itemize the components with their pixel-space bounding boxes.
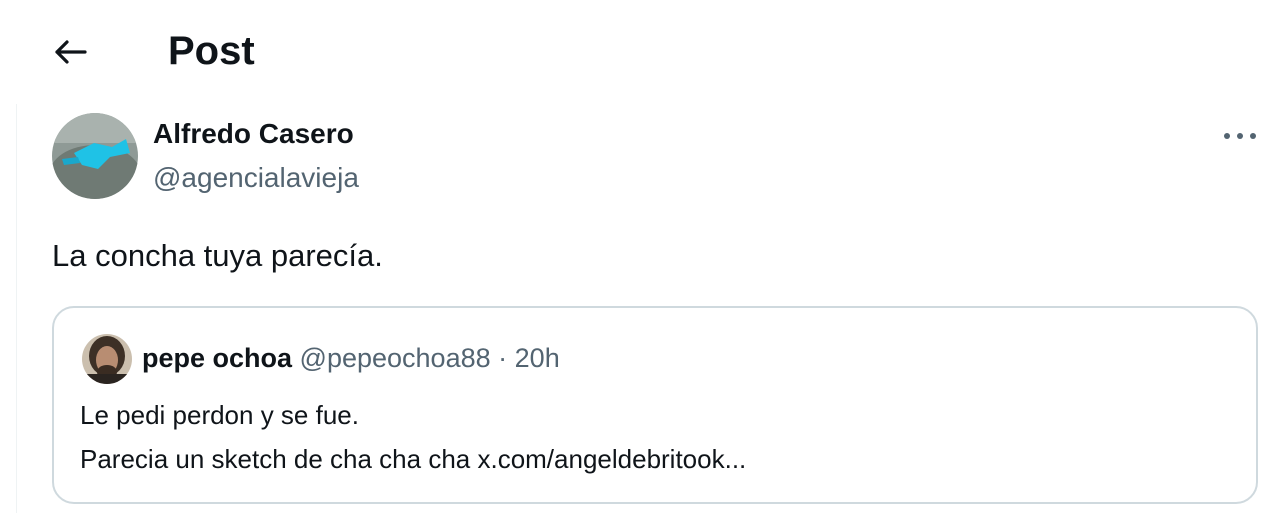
more-horizontal-icon [1224,133,1256,139]
back-button[interactable] [44,28,96,76]
quoted-author-avatar[interactable] [82,334,132,384]
quoted-text-line-2: Parecia un sketch de cha cha cha x.com/a… [80,444,747,474]
quoted-author-name[interactable]: pepe ochoa [142,343,292,373]
page-title: Post [168,29,255,73]
top-bar: Post [0,0,1272,100]
author-avatar[interactable] [52,113,138,199]
author-name[interactable]: Alfredo Casero [153,116,354,152]
quoted-timestamp[interactable]: 20h [515,343,560,373]
quoted-header: pepe ochoa @pepeochoa88 · 20h [142,340,560,376]
arrow-left-icon [55,40,87,64]
more-options-button[interactable] [1218,118,1262,154]
quoted-post[interactable]: pepe ochoa @pepeochoa88 · 20h Le pedi pe… [52,306,1258,504]
author-handle[interactable]: @agencialavieja [153,160,359,196]
post-text: La concha tuya parecía. [52,238,383,273]
column-divider [16,104,17,513]
quoted-author-handle[interactable]: @pepeochoa88 [300,343,491,373]
quoted-text-line-1: Le pedi perdon y se fue. [80,400,359,430]
separator-dot: · [498,343,508,373]
